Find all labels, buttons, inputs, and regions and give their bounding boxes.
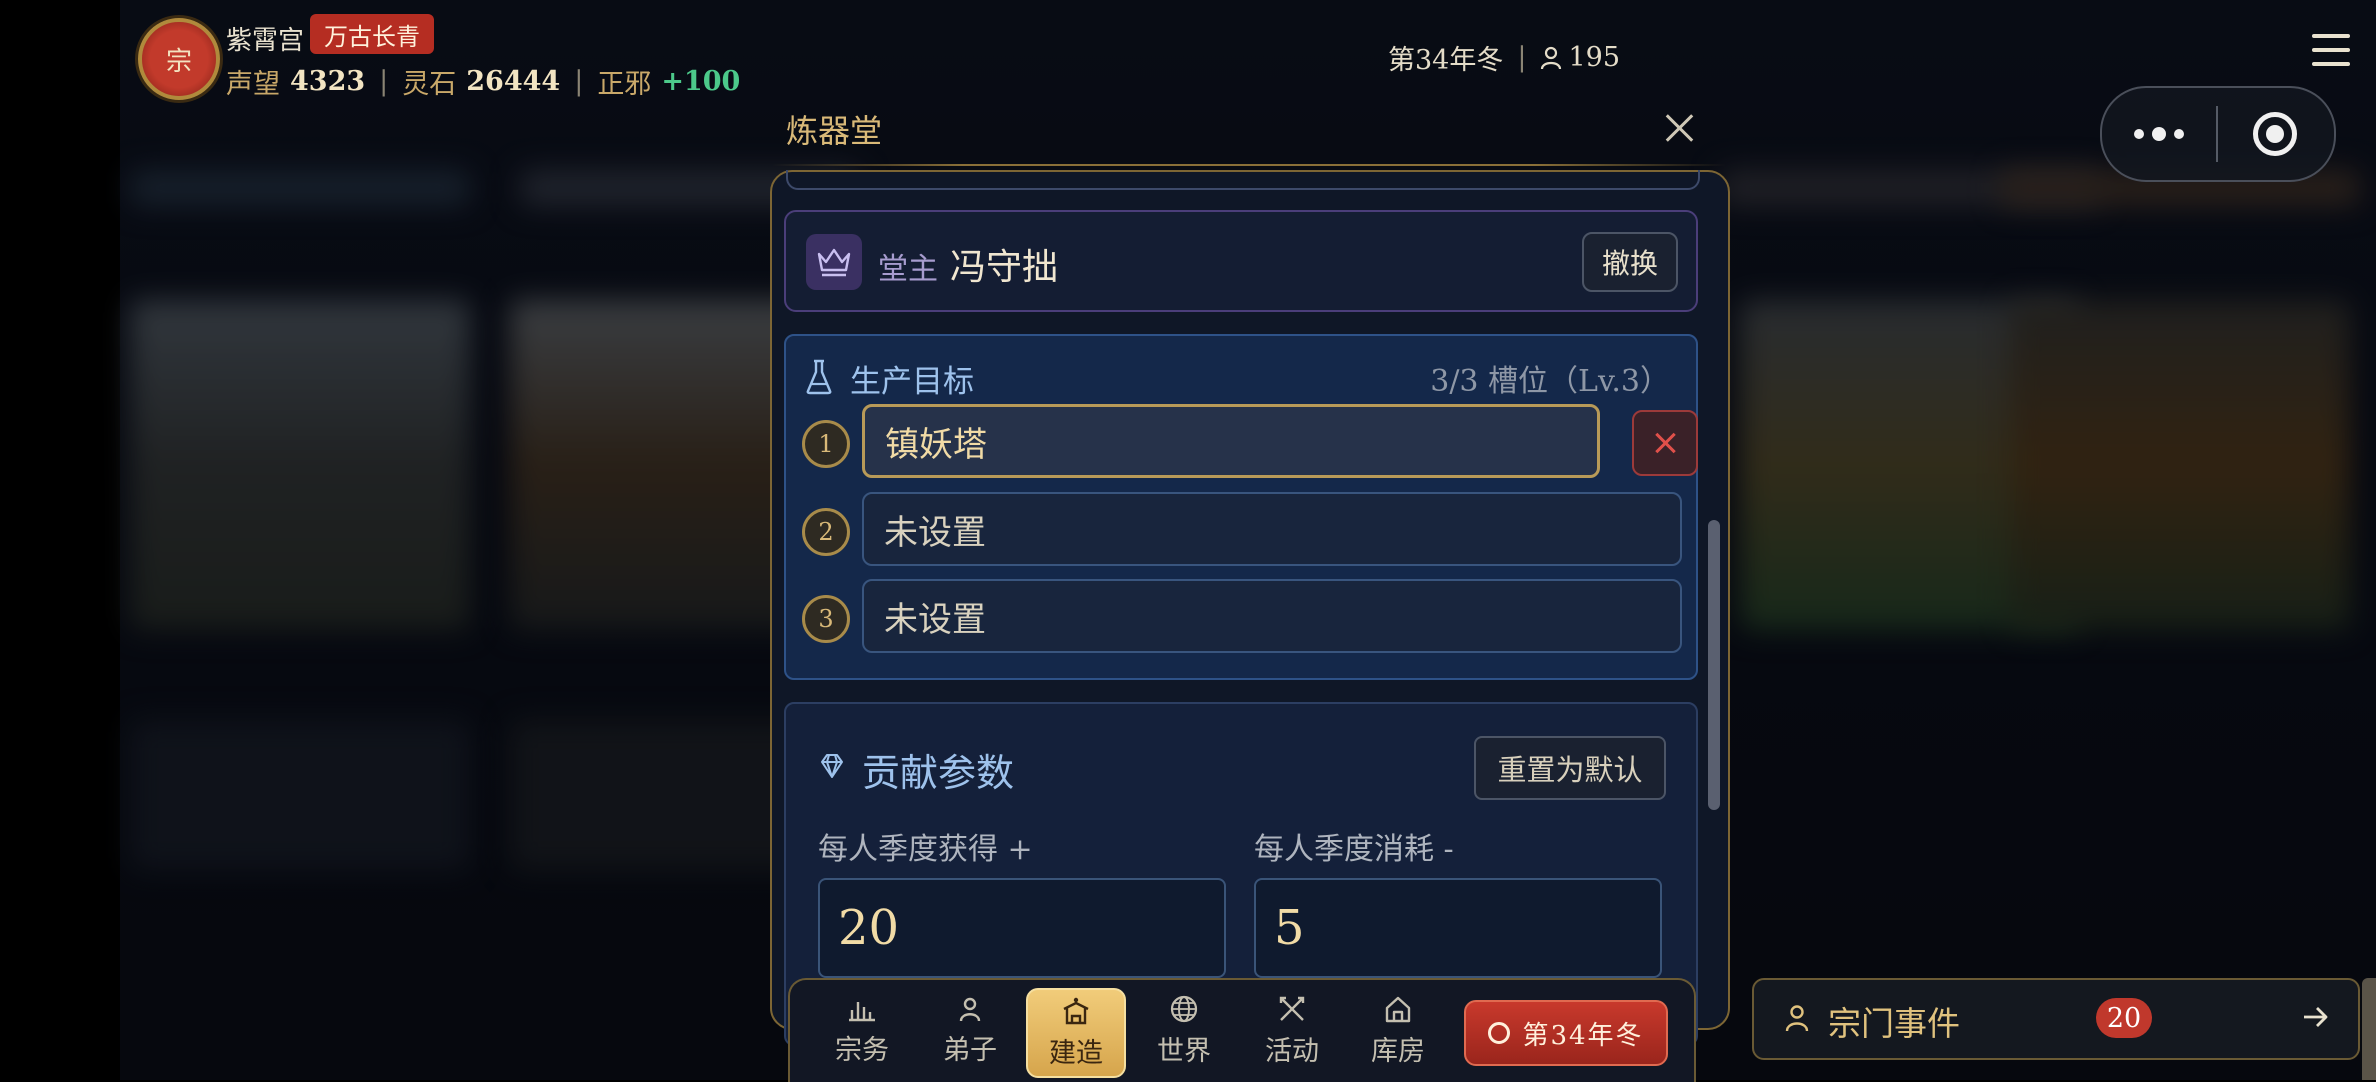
top-bar: 宗 紫霄宫 万古长青 声望 4323 | 灵石 26444 | 正邪 +100 … (0, 0, 2376, 120)
season-divider: | (1517, 42, 1527, 73)
person-icon (1785, 1005, 1809, 1032)
season-text: 第34年冬 (1388, 45, 1504, 76)
slot-number: 1 (802, 420, 850, 468)
reset-default-button[interactable]: 重置为默认 (1474, 736, 1666, 800)
alignment-value: +100 (661, 66, 741, 97)
nav-item-world[interactable]: 世界 (1142, 988, 1226, 1074)
close-icon[interactable] (1662, 110, 1698, 146)
reputation-label: 声望 (226, 69, 280, 100)
miniprogram-capsule (2100, 86, 2336, 182)
slot-number: 3 (802, 595, 850, 643)
bottom-nav: 宗务 弟子 建造 世界 活动 库房 第34年冬 (788, 978, 1696, 1082)
reputation-value: 4323 (290, 66, 366, 97)
crown-icon (806, 234, 862, 290)
menu-icon[interactable] (2312, 34, 2350, 68)
nav-item-affairs[interactable]: 宗务 (820, 988, 904, 1074)
sect-stats: 声望 4323 | 灵石 26444 | 正邪 +100 (226, 62, 740, 101)
nav-item-storehouse[interactable]: 库房 (1356, 988, 1440, 1074)
gain-input[interactable]: 20 (818, 878, 1226, 978)
dialog-title: 炼器堂 (786, 112, 883, 150)
flask-icon (806, 359, 832, 395)
remove-slot-icon[interactable] (1632, 410, 1698, 476)
production-slot: 3 未设置 (802, 579, 1682, 657)
master-name: 冯守拙 (950, 247, 1059, 288)
nav-label: 宗务 (835, 1034, 889, 1066)
production-title: 生产目标 (850, 364, 974, 400)
gem-icon (821, 754, 843, 778)
slot-number: 2 (802, 508, 850, 556)
next-season-button[interactable]: 第34年冬 (1464, 1000, 1668, 1066)
production-slot: 2 未设置 (802, 492, 1682, 570)
sect-events-label: 宗门事件 (1828, 1004, 1960, 1043)
stat-divider: | (574, 66, 584, 97)
swords-icon (1279, 996, 1305, 1021)
chart-icon (849, 1001, 875, 1021)
spirit-stone-label: 灵石 (402, 69, 457, 100)
sect-events-bar[interactable]: 宗门事件 20 (1752, 978, 2360, 1060)
slot-capacity: 3/3 槽位（Lv.3） (1430, 364, 1670, 399)
slot-target-field[interactable]: 未设置 (862, 492, 1682, 566)
production-target-section: 生产目标 3/3 槽位（Lv.3） 1 镇妖塔 2 未设置 3 未设置 (784, 334, 1698, 680)
person-icon (959, 997, 981, 1021)
sect-name: 紫霄宫 (226, 26, 305, 56)
sect-seal-icon[interactable]: 宗 (138, 18, 220, 100)
hall-master-card: 堂主 冯守拙 撤换 (784, 210, 1698, 312)
stat-divider: | (379, 66, 389, 97)
spirit-stone-value: 26444 (466, 66, 561, 97)
nav-label: 库房 (1371, 1035, 1425, 1067)
arrow-right-icon[interactable] (2300, 1002, 2330, 1032)
dialog-scrollbar[interactable] (1708, 520, 1720, 810)
previous-card-edge (786, 170, 1700, 190)
next-season-label: 第34年冬 (1522, 1020, 1644, 1051)
nav-item-disciples[interactable]: 弟子 (928, 988, 1012, 1074)
nav-item-activities[interactable]: 活动 (1250, 988, 1334, 1074)
nav-label: 弟子 (943, 1034, 997, 1066)
house-icon (1385, 996, 1411, 1022)
close-miniprogram-icon[interactable] (2218, 112, 2332, 156)
building-icon (1063, 997, 1089, 1024)
side-handle[interactable] (2362, 978, 2376, 1080)
season-display: 第34年冬 | 195 (1388, 38, 1620, 77)
nav-label: 世界 (1157, 1035, 1211, 1067)
alignment-label: 正邪 (597, 69, 652, 100)
gain-label: 每人季度获得 + (818, 832, 1033, 867)
master-role-label: 堂主 (878, 252, 938, 287)
production-slot: 1 镇妖塔 (802, 404, 1698, 482)
cost-label: 每人季度消耗 - (1254, 832, 1454, 867)
contribution-title: 贡献参数 (862, 751, 1015, 795)
events-count-badge: 20 (2096, 998, 2152, 1038)
nav-label: 建造 (1049, 1037, 1103, 1069)
nav-item-build[interactable]: 建造 (1026, 988, 1126, 1078)
globe-icon (1170, 995, 1198, 1022)
population-count: 195 (1568, 42, 1621, 73)
nav-label: 活动 (1265, 1035, 1319, 1067)
slot-target-field[interactable]: 未设置 (862, 579, 1682, 653)
title-divider (772, 164, 1726, 166)
advance-icon (1488, 1022, 1511, 1044)
cost-input[interactable]: 5 (1254, 878, 1662, 978)
person-icon (1541, 46, 1562, 69)
more-options-icon[interactable] (2102, 127, 2216, 141)
slot-target-field[interactable]: 镇妖塔 (862, 404, 1600, 478)
replace-master-button[interactable]: 撤换 (1582, 232, 1678, 292)
sect-badge: 万古长青 (310, 14, 434, 54)
